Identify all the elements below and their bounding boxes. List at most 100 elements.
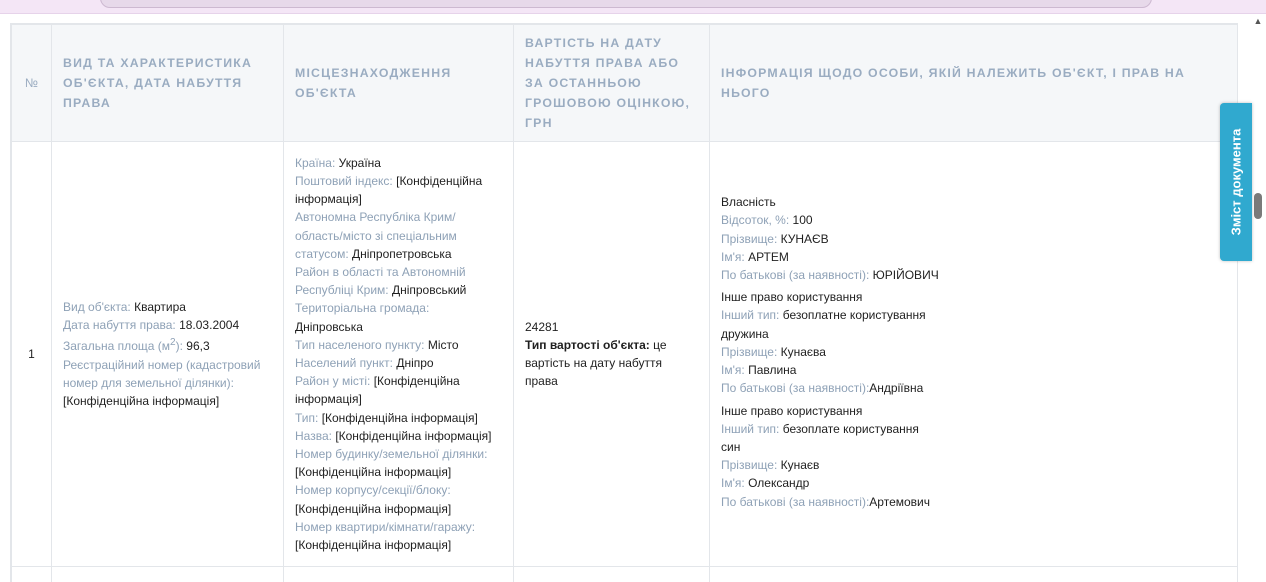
area-label-end: ): <box>176 339 183 353</box>
surname-value: Кунаєва <box>781 345 826 359</box>
location-line-community: Територіальна громада: Дніпровська <box>295 299 502 335</box>
location-line-country: Країна: Україна <box>295 154 502 172</box>
location-label: Територіальна громада: <box>295 301 429 315</box>
other-right-block-1: Інше право користування Інший тип: безоп… <box>721 288 1226 397</box>
location-label: Населений пункт: <box>295 356 393 370</box>
owner-info-cell: Власність Відсоток, %: 100 Прізвище: КУН… <box>710 142 1238 567</box>
location-value: Дніпропетровська <box>352 247 452 261</box>
location-line-region: Автономна Республіка Крим/ область/місто… <box>295 208 502 263</box>
object-cell: Вид об'єкта: Квартира Дата набуття права… <box>52 142 284 567</box>
value-type-label: Тип вартості об'єкта: <box>525 338 650 352</box>
acquisition-date-value: 18.03.2004 <box>179 318 239 332</box>
next-row-cell <box>514 567 710 582</box>
location-value: [Конфіденційна інформація] <box>295 502 451 516</box>
header-number: № <box>12 25 52 142</box>
location-line-district: Район в області та Автономній Республіці… <box>295 263 502 299</box>
other-type-label: Інший тип: <box>721 422 779 436</box>
surname-label: Прізвище: <box>721 345 777 359</box>
patronymic-label: По батькові (за наявності): <box>721 268 869 282</box>
name-value: Олександр <box>748 476 809 490</box>
top-search-pill[interactable] <box>100 0 1152 8</box>
location-value: Дніпро <box>396 356 433 370</box>
document-contents-tab[interactable]: Зміст документа <box>1220 103 1252 261</box>
table-row-next-partial <box>12 567 1238 582</box>
next-row-cell <box>710 567 1238 582</box>
area-label: Загальна площа (м <box>63 339 170 353</box>
location-line-building: Номер будинку/земельної ділянки: [Конфіде… <box>295 445 502 481</box>
registration-number-label: Реєстраційний номер (кадастровий номер д… <box>63 358 260 390</box>
percent-label: Відсоток, %: <box>721 213 789 227</box>
location-value: Україна <box>339 156 381 170</box>
location-line-settlement-type: Тип населеного пункту: Місто <box>295 336 502 354</box>
location-label: Номер будинку/земельної ділянки: <box>295 447 487 461</box>
other-type-label: Інший тип: <box>721 308 779 322</box>
row-number: 1 <box>12 142 52 567</box>
area-value: 96,3 <box>186 339 209 353</box>
name-value: Павлина <box>748 363 796 377</box>
next-row-cell <box>12 567 52 582</box>
location-value: [Конфіденційна інформація] <box>295 465 451 479</box>
surname-value: Кунаєв <box>781 458 820 472</box>
location-line-postal: Поштовий індекс: [Конфіденційна інформац… <box>295 172 502 208</box>
location-label: Район у місті: <box>295 374 370 388</box>
name-label: Ім'я: <box>721 250 745 264</box>
table-header-row: № ВИД ТА ХАРАКТЕРИСТИКА ОБ'ЄКТА, ДАТА НА… <box>12 25 1238 142</box>
location-label: Поштовий індекс: <box>295 174 393 188</box>
patronymic-value: Андріївна <box>869 381 923 395</box>
ownership-block: Власність Відсоток, %: 100 Прізвище: КУН… <box>721 193 1226 284</box>
location-cell: Країна: Україна Поштовий індекс: [Конфід… <box>284 142 514 567</box>
declaration-property-table: № ВИД ТА ХАРАКТЕРИСТИКА ОБ'ЄКТА, ДАТА НА… <box>11 24 1238 582</box>
location-line-settlement: Населений пункт: Дніпро <box>295 354 502 372</box>
ownership-title: Власність <box>721 193 1226 211</box>
value-amount: 24281 <box>525 318 698 336</box>
location-line-apartment: Номер квартири/кімнати/гаражу: [Конфіденц… <box>295 518 502 554</box>
name-label: Ім'я: <box>721 476 745 490</box>
location-value: [Конфіденційна інформація] <box>295 538 451 552</box>
location-label: Країна: <box>295 156 335 170</box>
patronymic-value: ЮРІЙОВИЧ <box>873 268 939 282</box>
location-value: Дніпровський <box>392 283 466 297</box>
surname-label: Прізвище: <box>721 232 777 246</box>
object-type-label: Вид об'єкта: <box>63 300 131 314</box>
surname-value: КУНАЄВ <box>781 232 829 246</box>
location-line-block: Номер корпусу/секції/блоку: [Конфіденційн… <box>295 481 502 517</box>
registration-number-value: [Конфіденційна інформація] <box>63 394 219 408</box>
location-label: Тип: <box>295 411 318 425</box>
surname-label: Прізвище: <box>721 458 777 472</box>
header-owner-info: ІНФОРМАЦІЯ ЩОДО ОСОБИ, ЯКІЙ НАЛЕЖИТЬ ОБ'… <box>710 25 1238 142</box>
next-row-cell <box>52 567 284 582</box>
name-value: АРТЕМ <box>748 250 789 264</box>
scrollbar-thumb[interactable] <box>1254 193 1262 219</box>
location-line-city-district: Район у місті: [Конфіденційна інформація… <box>295 372 502 408</box>
percent-value: 100 <box>793 213 813 227</box>
location-label: Номер корпусу/секції/блоку: <box>295 483 451 497</box>
patronymic-label: По батькові (за наявності): <box>721 495 869 509</box>
location-label: Номер квартири/кімнати/гаражу: <box>295 520 475 534</box>
scroll-up-arrow-icon[interactable]: ▲ <box>1250 14 1266 28</box>
acquisition-date-label: Дата набуття права: <box>63 318 176 332</box>
declaration-table-container: № ВИД ТА ХАРАКТЕРИСТИКА ОБ'ЄКТА, ДАТА НА… <box>10 23 1238 582</box>
next-row-cell <box>284 567 514 582</box>
document-contents-label: Зміст документа <box>1229 129 1244 236</box>
location-value: Місто <box>428 338 459 352</box>
location-value: [Конфіденційна інформація] <box>335 429 491 443</box>
location-line-street-type: Тип: [Конфіденційна інформація] <box>295 409 502 427</box>
other-right-title: Інше право користування <box>721 402 1226 420</box>
location-label: Назва: <box>295 429 332 443</box>
location-value: [Конфіденційна інформація] <box>322 411 478 425</box>
location-label: Тип населеного пункту: <box>295 338 425 352</box>
object-type-value: Квартира <box>134 300 186 314</box>
header-object-type: ВИД ТА ХАРАКТЕРИСТИКА ОБ'ЄКТА, ДАТА НАБУ… <box>52 25 284 142</box>
value-cell: 24281 Тип вартості об'єкта: це вартість … <box>514 142 710 567</box>
location-value: Дніпровська <box>295 320 363 334</box>
patronymic-label: По батькові (за наявності): <box>721 381 869 395</box>
header-value: ВАРТІСТЬ НА ДАТУ НАБУТТЯ ПРАВА АБО ЗА ОС… <box>514 25 710 142</box>
name-label: Ім'я: <box>721 363 745 377</box>
header-location: МІСЦЕЗНАХОДЖЕННЯ ОБ'ЄКТА <box>284 25 514 142</box>
other-right-title: Інше право користування <box>721 288 1226 306</box>
table-row: 1 Вид об'єкта: Квартира Дата набуття пра… <box>12 142 1238 567</box>
browser-top-bar <box>0 0 1266 14</box>
patronymic-value: Артемович <box>869 495 930 509</box>
other-right-block-2: Інше право користування Інший тип: безоп… <box>721 402 1226 511</box>
location-line-street-name: Назва: [Конфіденційна інформація] <box>295 427 502 445</box>
